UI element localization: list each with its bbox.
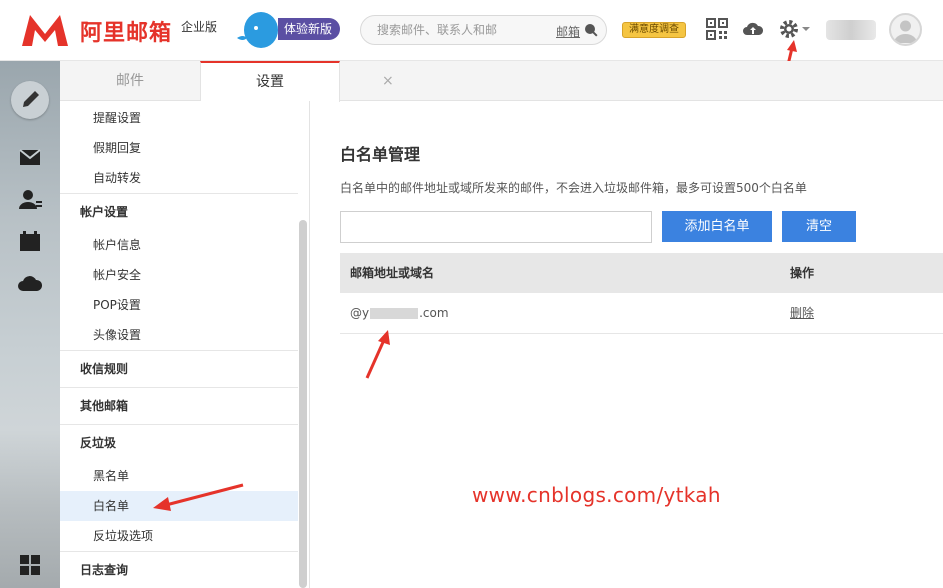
- delete-link[interactable]: 删除: [790, 293, 814, 334]
- gear-icon[interactable]: [778, 18, 800, 40]
- menu-group-antispam[interactable]: 反垃圾: [60, 424, 298, 461]
- table-row: @y .com 删除: [340, 293, 943, 334]
- aliyun-mail-logo[interactable]: [20, 12, 70, 48]
- menu-antispam-options[interactable]: 反垃圾选项: [60, 521, 298, 551]
- whitelist-panel: 白名单管理 白名单中的邮件地址或域所发来的邮件，不会进入垃圾邮件箱，最多可设置5…: [310, 101, 943, 588]
- menu-avatar-settings[interactable]: 头像设置: [60, 320, 298, 350]
- mascot-icon: [237, 12, 278, 48]
- chevron-down-icon[interactable]: [801, 24, 811, 34]
- watermark-text: www.cnblogs.com/ytkah: [472, 483, 721, 507]
- menu-group-log[interactable]: 日志查询: [60, 551, 298, 588]
- calendar-icon[interactable]: [11, 223, 49, 261]
- column-header-action: 操作: [790, 266, 815, 280]
- page-title: 白名单管理: [340, 145, 421, 164]
- cloud-upload-icon[interactable]: [742, 18, 764, 40]
- mail-icon[interactable]: [11, 139, 49, 177]
- whitelist-table-header: 邮箱地址或域名 操作: [340, 253, 943, 293]
- edition-label: 企业版: [181, 20, 218, 34]
- menu-group-rules[interactable]: 收信规则: [60, 350, 298, 387]
- avatar-icon[interactable]: [889, 13, 922, 46]
- annotation-arrow-whitelist: [153, 483, 244, 511]
- search-scope-dropdown[interactable]: 邮箱: [556, 23, 580, 40]
- compose-button[interactable]: [11, 81, 49, 119]
- menu-auto-forward[interactable]: 自动转发: [60, 163, 298, 193]
- menu-group-other-mailbox[interactable]: 其他邮箱: [60, 387, 298, 424]
- column-header-address: 邮箱地址或域名: [350, 266, 435, 280]
- whitelist-description: 白名单中的邮件地址或域所发来的邮件，不会进入垃圾邮件箱，最多可设置500个白名单: [340, 181, 807, 195]
- username-redacted[interactable]: [826, 20, 876, 40]
- tab-mail[interactable]: 邮件: [60, 61, 200, 101]
- redacted-text: [370, 308, 419, 319]
- logo-text: 阿里邮箱: [80, 21, 173, 46]
- contacts-icon[interactable]: [11, 181, 49, 219]
- clear-whitelist-button[interactable]: 清空: [782, 211, 856, 242]
- pencil-icon: [23, 91, 39, 107]
- try-new-version-button[interactable]: 体验新版: [278, 18, 341, 40]
- tab-settings[interactable]: 设置: [200, 61, 340, 102]
- search-box[interactable]: 邮箱: [360, 15, 607, 45]
- menu-scrollbar[interactable]: [299, 220, 307, 588]
- menu-reminder-settings[interactable]: 提醒设置: [60, 103, 298, 133]
- qrcode-icon[interactable]: [706, 18, 728, 40]
- menu-account-info[interactable]: 帐户信息: [60, 230, 298, 260]
- close-tab-icon[interactable]: ×: [382, 73, 394, 89]
- tab-bar: 邮件 设置 ×: [60, 61, 943, 102]
- menu-group-account[interactable]: 帐户设置: [60, 193, 298, 230]
- whitelist-address-input[interactable]: [340, 211, 652, 243]
- survey-badge[interactable]: 满意度调查: [622, 22, 686, 38]
- search-icon[interactable]: [583, 22, 599, 38]
- add-whitelist-button[interactable]: 添加白名单: [662, 211, 772, 242]
- menu-vacation-reply[interactable]: 假期回复: [60, 133, 298, 163]
- address-suffix: .com: [419, 306, 449, 320]
- address-prefix: @y: [350, 306, 370, 320]
- menu-account-security[interactable]: 帐户安全: [60, 260, 298, 290]
- apps-grid-icon[interactable]: [11, 546, 49, 584]
- cloud-drive-icon[interactable]: [11, 265, 49, 303]
- left-icon-rail: [0, 61, 60, 588]
- search-input[interactable]: [377, 23, 557, 37]
- menu-pop-settings[interactable]: POP设置: [60, 290, 298, 320]
- annotation-arrow-address: [365, 330, 390, 379]
